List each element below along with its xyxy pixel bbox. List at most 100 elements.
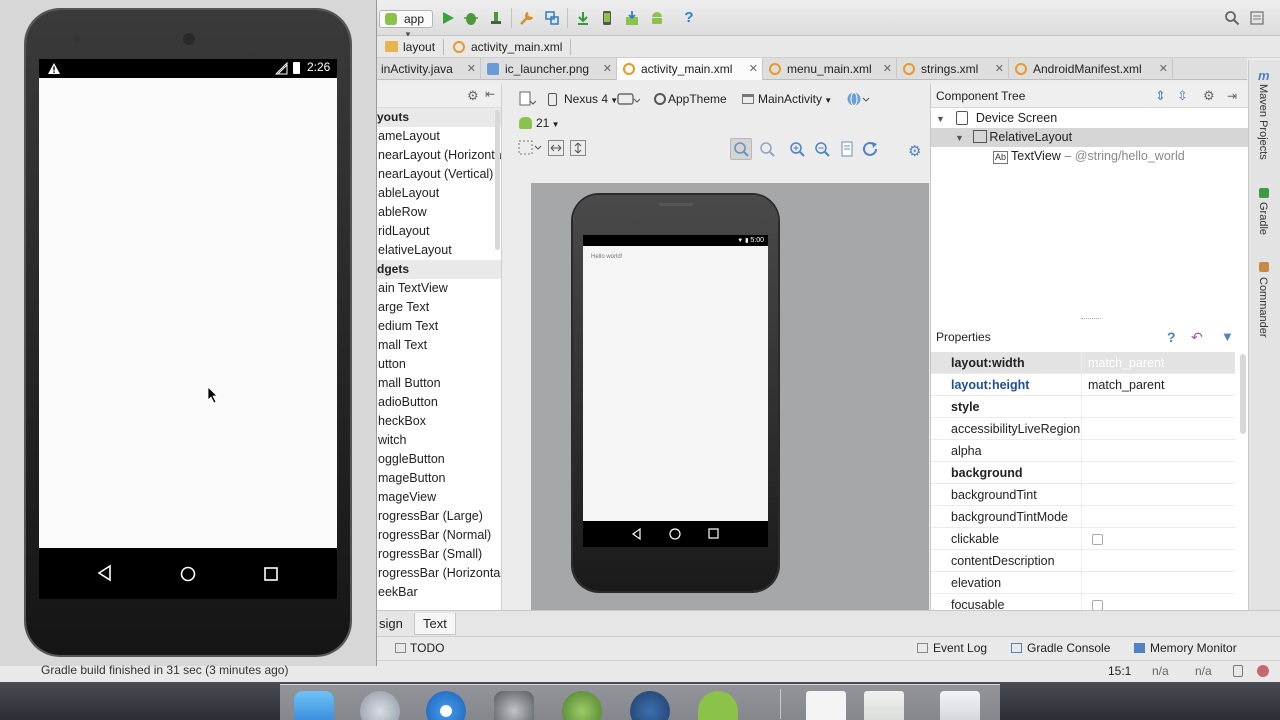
palette-item[interactable]: rogressBar (Small)	[377, 545, 501, 564]
close-icon[interactable]: ✕	[883, 58, 892, 80]
locale-select[interactable]	[846, 91, 870, 110]
tab-android-manifest-xml[interactable]: AndroidManifest.xml ✕	[1009, 58, 1173, 80]
tab-ic-launcher-png[interactable]: ic_launcher.png ✕	[481, 58, 617, 80]
structure-button[interactable]	[544, 10, 560, 26]
property-row[interactable]: style	[931, 396, 1235, 418]
property-row[interactable]: focusable	[931, 594, 1235, 610]
memory-monitor-tool-button[interactable]: Memory Monitor	[1134, 641, 1237, 655]
property-row[interactable]: accessibilityLiveRegion	[931, 418, 1235, 440]
window-preview-icon[interactable]	[864, 691, 904, 720]
android-robot-icon[interactable]	[698, 691, 738, 720]
palette-item[interactable]: mall Button	[377, 374, 501, 393]
refresh-button[interactable]	[862, 141, 880, 160]
property-row[interactable]: clickable	[931, 528, 1235, 550]
property-value[interactable]: match_parent	[1081, 352, 1235, 374]
property-value[interactable]	[1081, 418, 1235, 440]
collapse-all-icon[interactable]: ⇳	[1177, 84, 1188, 108]
property-row[interactable]: contentDescription	[931, 550, 1235, 572]
activity-select[interactable]: MainActivity ▼	[740, 90, 832, 108]
render-config-button[interactable]	[518, 91, 537, 110]
property-value[interactable]	[1081, 440, 1235, 462]
sdk-manager-button[interactable]	[624, 10, 640, 26]
palette-item[interactable]: adioButton	[377, 393, 501, 412]
event-log-button[interactable]	[1249, 10, 1265, 26]
close-icon[interactable]: ✕	[603, 58, 612, 80]
run-config-select[interactable]: app ▼	[379, 10, 433, 39]
palette-item[interactable]: eekBar	[377, 583, 501, 602]
design-canvas[interactable]: ▼ ▮ 5:00 Hello world!	[531, 183, 929, 610]
caret-position[interactable]: 15:1	[1108, 664, 1131, 678]
scrollbar[interactable]	[495, 110, 500, 250]
lock-icon[interactable]	[1233, 665, 1243, 677]
property-row[interactable]: elevation	[931, 572, 1235, 594]
tab-strings-xml[interactable]: strings.xml ✕	[897, 58, 1009, 80]
undo-icon[interactable]: ↶	[1191, 324, 1203, 350]
trash-icon[interactable]	[940, 691, 980, 720]
encoding-status[interactable]: n/a	[1195, 664, 1212, 678]
property-row[interactable]: background	[931, 462, 1235, 484]
palette-item[interactable]: arge Text	[377, 298, 501, 317]
palette-item[interactable]: elativeLayout	[377, 241, 501, 260]
zoom-fit-button[interactable]	[518, 140, 542, 156]
close-icon[interactable]: ✕	[1159, 58, 1168, 80]
splitter-handle[interactable]	[1081, 318, 1101, 319]
palette-item[interactable]: heckBox	[377, 412, 501, 431]
launchpad-icon[interactable]	[360, 691, 400, 720]
app-content[interactable]	[39, 78, 337, 548]
property-value[interactable]: match_parent	[1081, 374, 1235, 396]
checkbox[interactable]	[1092, 600, 1103, 610]
palette-item[interactable]: edium Text	[377, 317, 501, 336]
maven-projects-tab[interactable]: Maven Projects	[1257, 84, 1269, 160]
layout-bounds-button[interactable]	[840, 141, 854, 160]
finder-icon[interactable]	[294, 691, 334, 720]
property-row[interactable]: layout:height match_parent	[931, 374, 1235, 396]
android-monitor-button[interactable]	[649, 10, 665, 26]
palette-item[interactable]: nearLayout (Vertical)	[377, 165, 501, 184]
run-button[interactable]	[440, 10, 456, 26]
event-log-tool-button[interactable]: Event Log	[917, 641, 987, 655]
palette-item[interactable]: mageView	[377, 488, 501, 507]
theme-select[interactable]: AppTheme	[652, 90, 727, 108]
emulator-screen[interactable]: 2:26	[39, 59, 337, 599]
property-value[interactable]	[1081, 506, 1235, 528]
palette-item[interactable]: utton	[377, 355, 501, 374]
line-separator-status[interactable]: n/a	[1152, 664, 1169, 678]
breadcrumb-layout[interactable]: layout	[379, 39, 445, 55]
fit-width-button[interactable]	[548, 140, 564, 156]
property-value[interactable]	[1081, 594, 1235, 610]
hide-panel-icon[interactable]: ⇤	[485, 87, 495, 101]
zoom-to-fit-button[interactable]	[758, 140, 776, 161]
checkbox[interactable]	[1092, 534, 1103, 545]
filter-icon[interactable]: ▼	[1221, 324, 1234, 350]
property-value[interactable]	[1081, 396, 1235, 418]
gear-icon[interactable]: ⚙	[467, 88, 479, 104]
property-value[interactable]	[1081, 572, 1235, 594]
todo-tool-button[interactable]: TODO	[395, 641, 444, 655]
api-level-select[interactable]: 21 ▼	[518, 114, 560, 132]
property-value[interactable]	[1081, 550, 1235, 572]
palette-item[interactable]: rogressBar (Large)	[377, 507, 501, 526]
scrollbar[interactable]	[1240, 354, 1246, 434]
gradle-tab[interactable]: Gradle	[1257, 202, 1269, 235]
tab-text[interactable]: Text	[414, 613, 456, 635]
palette-item[interactable]: rogressBar (Horizonta	[377, 564, 501, 583]
expand-all-icon[interactable]: ⇕	[1155, 84, 1166, 108]
palette-item[interactable]: witch	[377, 431, 501, 450]
settings-gear-icon[interactable]: ⚙	[908, 142, 921, 160]
app-icon[interactable]	[630, 691, 670, 720]
hello-world-textview[interactable]: Hello world!	[591, 254, 622, 260]
android-studio-icon[interactable]	[562, 691, 602, 720]
back-button[interactable]	[97, 564, 113, 582]
preview-content[interactable]: Hello world!	[583, 246, 768, 521]
sync-gradle-button[interactable]	[575, 10, 591, 26]
tab-mainactivity-java[interactable]: inActivity.java ✕	[377, 58, 481, 80]
gradle-console-tool-button[interactable]: Gradle Console	[1011, 641, 1110, 655]
hide-panel-icon[interactable]: ⇥	[1227, 84, 1237, 108]
recents-button[interactable]	[263, 566, 279, 582]
tab-activity-main-xml[interactable]: activity_main.xml ✕	[617, 58, 763, 80]
palette-section-header[interactable]: youts	[377, 108, 501, 127]
property-row[interactable]: layout:width match_parent	[931, 352, 1235, 374]
tree-item-device-screen[interactable]: ▼ Device Screen	[936, 109, 1057, 128]
zoom-out-button[interactable]	[813, 140, 831, 161]
inspector-icon[interactable]	[1257, 665, 1269, 677]
